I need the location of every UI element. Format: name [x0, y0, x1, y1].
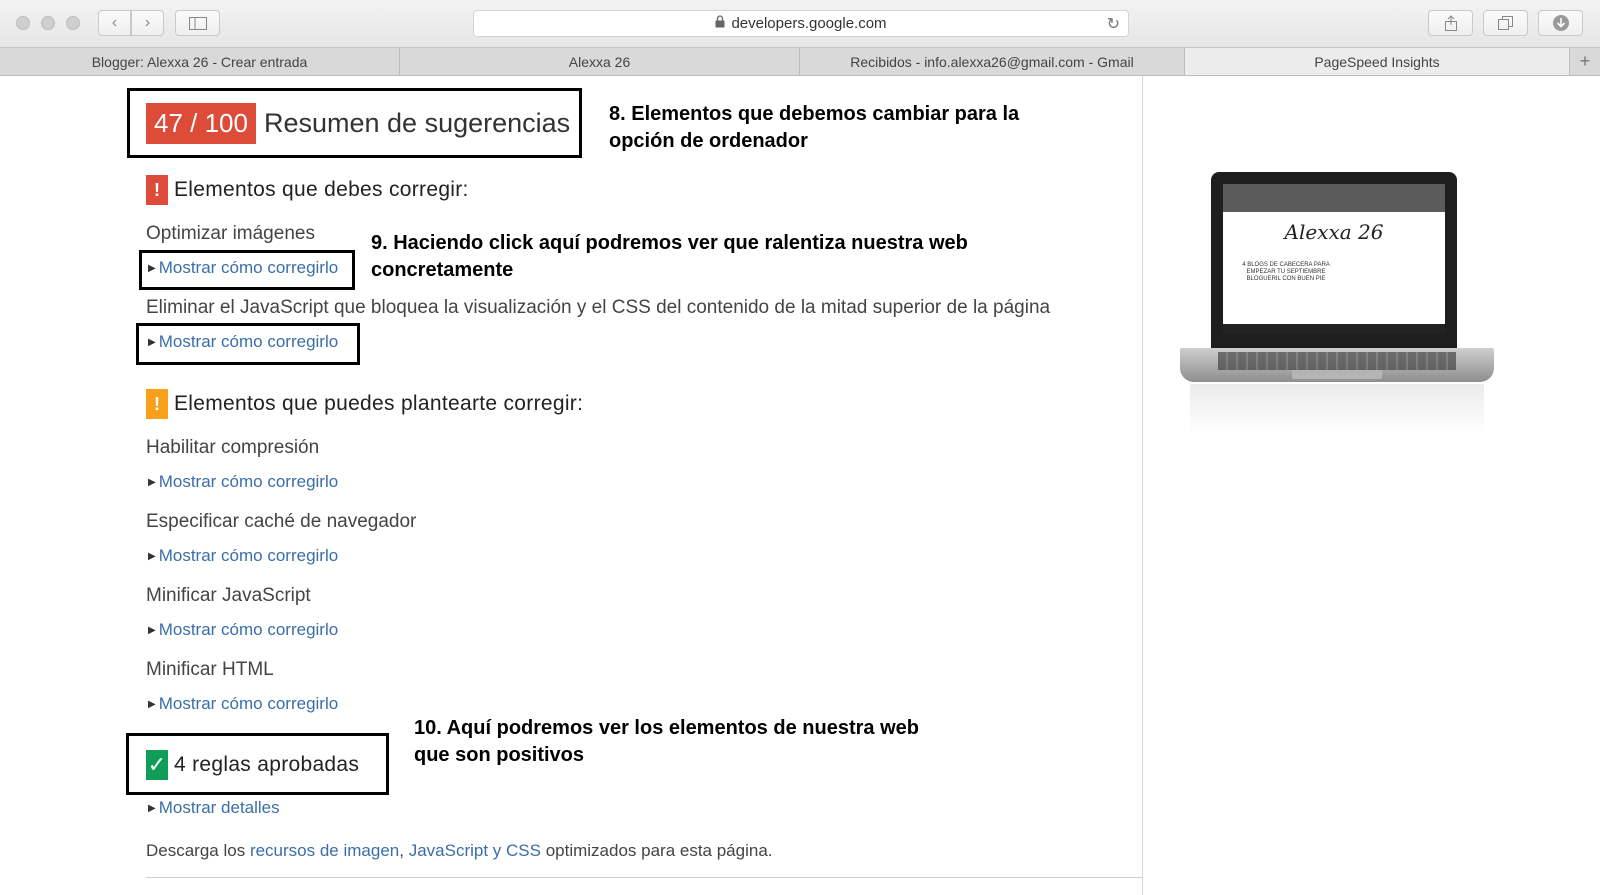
expand-triangle-icon: ▶ [148, 699, 156, 710]
rule-name: Eliminar el JavaScript que bloquea la vi… [146, 297, 1051, 318]
lock-icon [715, 15, 725, 32]
js-css-link[interactable]: JavaScript y CSS [409, 841, 541, 860]
laptop-screen: Alexxa 26 4 BLOGS DE CABECERA PARA EMPEZ… [1223, 184, 1445, 334]
tab-gmail[interactable]: Recibidos - info.alexxa26@gmail.com - Gm… [800, 48, 1185, 75]
share-icon [1444, 15, 1457, 31]
back-icon: ‹ [111, 14, 118, 31]
downloads-button[interactable] [1538, 10, 1583, 36]
annotation-8: 8. Elementos que debemos cambiar para la… [609, 103, 1020, 152]
tab-blogger[interactable]: Blogger: Alexxa 26 - Crear entrada [0, 48, 400, 75]
back-button[interactable]: ‹ [98, 10, 131, 36]
tabs-overview-button[interactable] [1483, 10, 1528, 36]
download-icon [1552, 15, 1569, 31]
must-fix-title: Elementos que debes corregir: [174, 178, 469, 201]
expand-triangle-icon: ▶ [148, 803, 156, 814]
laptop-keyboard [1218, 352, 1456, 370]
tab-pagespeed[interactable]: PageSpeed Insights [1185, 48, 1570, 75]
expand-triangle-icon: ▶ [148, 263, 156, 274]
must-fix-header: ! Elementos que debes corregir: [146, 175, 469, 205]
sidebar-button[interactable] [175, 10, 220, 36]
annotation-10: 10. Aquí podremos ver los elementos de n… [414, 717, 919, 766]
preview-headline: 4 BLOGS DE CABECERA PARA EMPEZAR TU SEPT… [1242, 262, 1330, 282]
expand-triangle-icon: ▶ [148, 337, 156, 348]
warning-icon: ! [146, 389, 168, 419]
rule-name: Optimizar imágenes [146, 223, 315, 244]
show-fix-link[interactable]: ▶ Mostrar cómo corregirlo [148, 332, 338, 352]
rule-name: Minificar JavaScript [146, 585, 311, 606]
plus-icon: + [1579, 51, 1591, 71]
rule-name: Especificar caché de navegador [146, 511, 417, 532]
expand-triangle-icon: ▶ [148, 551, 156, 562]
expand-triangle-icon: ▶ [148, 477, 156, 488]
url-text: developers.google.com [731, 15, 887, 32]
close-window-button[interactable] [16, 16, 30, 30]
tab-alexxa[interactable]: Alexxa 26 [400, 48, 800, 75]
show-fix-link[interactable]: ▶ Mostrar cómo corregirlo [148, 694, 338, 714]
forward-icon: › [144, 14, 151, 31]
sidebar-icon [188, 16, 207, 30]
summary-title: Resumen de sugerencias [263, 108, 571, 138]
consider-fix-header: ! Elementos que puedes plantearte correg… [146, 389, 583, 419]
score-summary: 47 / 100 Resumen de sugerencias [146, 103, 570, 144]
laptop-touchpad [1292, 370, 1382, 379]
error-icon: ! [146, 175, 168, 205]
browser-toolbar: ‹ › developers.google.com ↻ [0, 0, 1600, 47]
laptop-shadow [1190, 384, 1484, 434]
rule-name: Minificar HTML [146, 659, 274, 680]
passed-title: 4 reglas aprobadas [174, 753, 360, 776]
share-button[interactable] [1428, 10, 1473, 36]
download-resources-text: Descarga los recursos de imagen, JavaScr… [146, 841, 773, 860]
consider-fix-title: Elementos que puedes plantearte corregir… [174, 392, 584, 415]
screen-header-bar [1223, 184, 1445, 212]
content-divider [1142, 76, 1143, 895]
show-fix-link[interactable]: ▶ Mostrar cómo corregirlo [148, 546, 338, 566]
tab-label: Recibidos - info.alexxa26@gmail.com - Gm… [850, 53, 1134, 70]
show-fix-link[interactable]: ▶ Mostrar cómo corregirlo [148, 620, 338, 640]
reload-icon[interactable]: ↻ [1107, 14, 1120, 34]
screen-taskbar [1223, 324, 1445, 334]
tab-bar: Blogger: Alexxa 26 - Crear entrada Alexx… [0, 47, 1600, 76]
check-icon: ✓ [146, 750, 168, 780]
new-tab-button[interactable]: + [1570, 48, 1600, 75]
preview-logo: Alexxa 26 [1284, 220, 1384, 244]
passed-header: ✓ 4 reglas aprobadas [146, 750, 359, 780]
footer-divider [146, 877, 1142, 878]
zoom-window-button[interactable] [66, 16, 80, 30]
tab-label: Alexxa 26 [568, 53, 631, 70]
rule-name: Habilitar compresión [146, 437, 320, 458]
address-bar[interactable]: developers.google.com ↻ [473, 10, 1129, 37]
show-details-link[interactable]: ▶ Mostrar detalles [148, 798, 280, 818]
forward-button[interactable]: › [131, 10, 164, 36]
score-badge: 47 / 100 [146, 103, 256, 144]
minimize-window-button[interactable] [41, 16, 55, 30]
tab-label: PageSpeed Insights [1314, 53, 1440, 70]
expand-triangle-icon: ▶ [148, 625, 156, 636]
desktop-preview-image: Alexxa 26 4 BLOGS DE CABECERA PARA EMPEZ… [1180, 172, 1494, 442]
laptop-lid: Alexxa 26 4 BLOGS DE CABECERA PARA EMPEZ… [1211, 172, 1457, 350]
show-fix-link[interactable]: ▶ Mostrar cómo corregirlo [148, 472, 338, 492]
show-fix-link[interactable]: ▶ Mostrar cómo corregirlo [148, 258, 338, 278]
annotation-9: 9. Haciendo click aquí podremos ver que … [371, 232, 968, 281]
image-resources-link[interactable]: recursos de imagen [250, 841, 399, 860]
tabs-icon [1498, 16, 1513, 30]
tab-label: Blogger: Alexxa 26 - Crear entrada [91, 53, 308, 70]
